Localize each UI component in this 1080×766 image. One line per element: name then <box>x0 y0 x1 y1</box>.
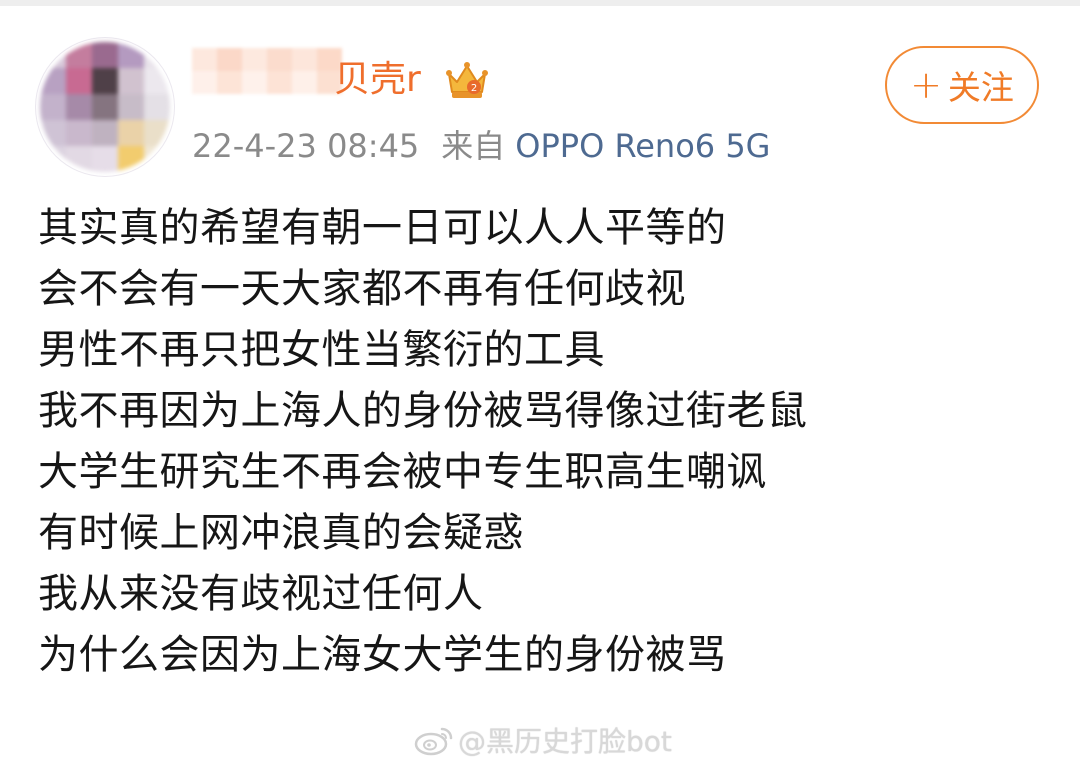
plus-icon: + <box>910 63 942 107</box>
weibo-logo-icon <box>414 727 453 756</box>
weibo-post-card: 贝壳r 2 22-4-23 08:45 来自 OPPO Reno6 5G + 关注 … <box>0 0 1080 766</box>
follow-button[interactable]: + 关注 <box>885 46 1039 124</box>
post-timestamp: 22-4-23 08:45 <box>192 127 420 165</box>
post-line: 会不会有一天大家都不再有任何歧视 <box>38 266 686 312</box>
post-line: 大学生研究生不再会被中专生职高生嘲讽 <box>38 449 767 495</box>
post-line: 我从来没有歧视过任何人 <box>38 571 484 617</box>
username-redacted <box>192 48 342 94</box>
watermark-text: @黑历史打脸bot <box>458 725 672 758</box>
watermark: @黑历史打脸bot <box>414 720 672 760</box>
post-meta: 22-4-23 08:45 来自 OPPO Reno6 5G <box>192 126 770 166</box>
post-line: 男性不再只把女性当繁衍的工具 <box>38 327 605 373</box>
svg-text:2: 2 <box>471 83 477 94</box>
post-line: 为什么会因为上海女大学生的身份被骂 <box>38 632 727 678</box>
username[interactable]: 贝壳r <box>334 58 421 102</box>
source-label: 来自 <box>441 127 506 165</box>
post-line: 有时候上网冲浪真的会疑惑 <box>38 510 524 556</box>
post-line: 我不再因为上海人的身份被骂得像过街老鼠 <box>38 388 808 434</box>
post-line: 其实真的希望有朝一日可以人人平等的 <box>38 205 727 251</box>
post-body: 其实真的希望有朝一日可以人人平等的 会不会有一天大家都不再有任何歧视 男性不再只… <box>38 198 1048 686</box>
avatar[interactable] <box>40 42 170 172</box>
crown-icon: 2 <box>446 62 488 98</box>
top-divider <box>0 0 1080 6</box>
follow-label: 关注 <box>947 68 1014 107</box>
device-link[interactable]: OPPO Reno6 5G <box>515 127 770 165</box>
